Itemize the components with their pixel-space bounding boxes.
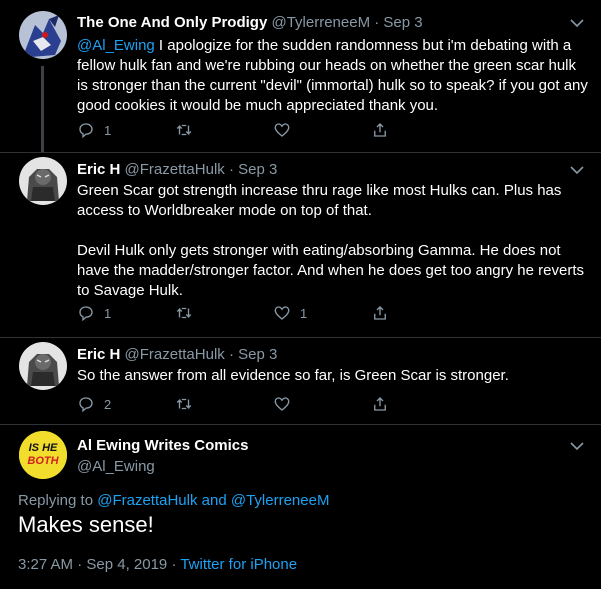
- tweet-2[interactable]: Eric H @FrazettaHulk · Sep 3 Green Scar …: [0, 153, 601, 337]
- display-name[interactable]: Al Ewing Writes Comics: [77, 437, 248, 454]
- chevron-down-icon[interactable]: [570, 165, 584, 175]
- tweet-text: Green Scar got strength increase thru ra…: [77, 181, 589, 301]
- chevron-down-icon[interactable]: [570, 18, 584, 28]
- like-button[interactable]: 1: [273, 303, 307, 323]
- retweet-icon: [176, 398, 192, 410]
- display-name[interactable]: Eric H: [77, 161, 120, 178]
- tweet-header: Eric H @FrazettaHulk · Sep 3: [77, 346, 278, 363]
- username[interactable]: @Al_Ewing: [77, 458, 155, 475]
- replying-to: Replying to @FrazettaHulk and @Tylerrene…: [18, 492, 330, 509]
- timestamp[interactable]: Sep 3: [238, 346, 277, 363]
- display-name[interactable]: Eric H: [77, 346, 120, 363]
- tweet-header: The One And Only Prodigy @TylerreneeM · …: [77, 14, 423, 31]
- reply-icon: [79, 123, 93, 139]
- avatar-text-top: IS HE: [29, 442, 58, 454]
- timestamp[interactable]: Sep 3: [383, 14, 422, 31]
- retweet-button[interactable]: [175, 120, 193, 140]
- reply-icon: [79, 397, 93, 413]
- retweet-button[interactable]: [175, 394, 193, 414]
- reply-count: 1: [104, 122, 112, 138]
- tweet-1[interactable]: The One And Only Prodigy @TylerreneeM · …: [0, 0, 601, 152]
- username[interactable]: @TylerreneeM: [271, 14, 370, 31]
- reply-count: 2: [104, 396, 112, 412]
- retweet-icon: [176, 124, 192, 136]
- reply-button[interactable]: 1: [77, 120, 111, 140]
- share-button[interactable]: [371, 120, 389, 140]
- timestamp[interactable]: Sep 3: [238, 161, 277, 178]
- divider: [0, 424, 601, 425]
- share-icon: [374, 397, 386, 411]
- like-icon: [274, 123, 290, 137]
- like-button[interactable]: [273, 120, 300, 140]
- source-link[interactable]: Twitter for iPhone: [180, 556, 297, 573]
- tweet-header: Eric H @FrazettaHulk · Sep 3: [77, 161, 278, 178]
- avatar[interactable]: IS HE BOTH: [19, 431, 67, 479]
- tweet-actions: 2: [77, 394, 397, 414]
- share-button[interactable]: [371, 394, 389, 414]
- share-icon: [374, 306, 386, 320]
- mention-link[interactable]: @Al_Ewing: [77, 37, 155, 54]
- display-name[interactable]: The One And Only Prodigy: [77, 14, 267, 31]
- like-icon: [274, 397, 290, 411]
- avatar[interactable]: [19, 11, 67, 59]
- tweet-actions: 1: [77, 120, 397, 140]
- tweet-actions: 1 1: [77, 303, 397, 323]
- paragraph: Green Scar got strength increase thru ra…: [77, 182, 562, 219]
- like-count: 1: [300, 305, 308, 321]
- paragraph: Devil Hulk only gets stronger with eatin…: [77, 242, 584, 299]
- username[interactable]: @FrazettaHulk: [125, 161, 225, 178]
- avatar[interactable]: [19, 157, 67, 205]
- tweet-text: Makes sense!: [18, 512, 154, 537]
- retweet-icon: [176, 307, 192, 319]
- reply-button[interactable]: 1: [77, 303, 111, 323]
- mention-link[interactable]: @FrazettaHulk: [97, 492, 197, 509]
- share-icon: [374, 123, 386, 137]
- like-icon: [274, 306, 290, 320]
- avatar-text-bottom: BOTH: [27, 455, 59, 467]
- reply-button[interactable]: 2: [77, 394, 111, 414]
- share-button[interactable]: [371, 303, 389, 323]
- avatar[interactable]: [19, 342, 67, 390]
- username[interactable]: @FrazettaHulk: [125, 346, 225, 363]
- tweet-3[interactable]: Eric H @FrazettaHulk · Sep 3 So the answ…: [0, 338, 601, 424]
- timestamp[interactable]: 3:27 AM · Sep 4, 2019: [18, 556, 167, 573]
- tweet-text: So the answer from all evidence so far, …: [77, 367, 509, 384]
- mention-link[interactable]: @TylerreneeM: [231, 492, 330, 509]
- tweet-text: @Al_Ewing I apologize for the sudden ran…: [77, 37, 588, 114]
- retweet-button[interactable]: [175, 303, 193, 323]
- tweet-footer: 3:27 AM · Sep 4, 2019 · Twitter for iPho…: [18, 556, 298, 573]
- reply-count: 1: [104, 305, 112, 321]
- chevron-down-icon[interactable]: [570, 441, 584, 451]
- like-button[interactable]: [273, 394, 300, 414]
- reply-icon: [79, 306, 93, 322]
